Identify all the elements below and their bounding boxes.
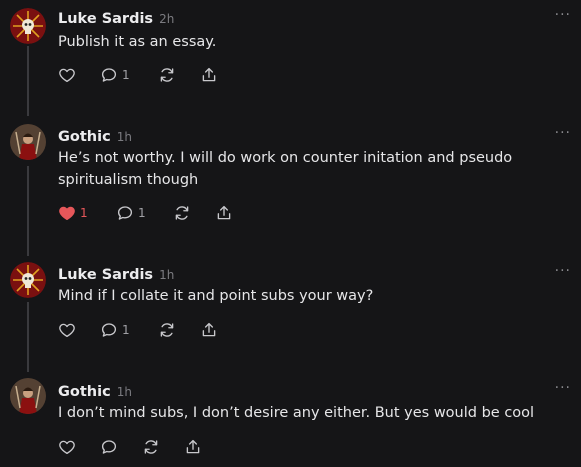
more-options-icon[interactable]: ··· bbox=[555, 381, 571, 395]
comment-text: I don’t mind subs, I don’t desire any ei… bbox=[58, 405, 535, 421]
heart-icon bbox=[59, 68, 75, 83]
heart-icon bbox=[59, 440, 75, 455]
share-button[interactable] bbox=[184, 436, 202, 458]
comment-bubble-icon bbox=[117, 206, 133, 220]
author-name[interactable]: Luke Sardis bbox=[58, 267, 153, 283]
reply-count: 1 bbox=[122, 323, 130, 337]
avatar[interactable] bbox=[10, 8, 46, 44]
comment-bubble-icon bbox=[101, 440, 117, 454]
like-button[interactable] bbox=[58, 436, 76, 458]
like-count: 1 bbox=[80, 206, 88, 220]
share-button[interactable] bbox=[200, 319, 218, 341]
author-name[interactable]: Luke Sardis bbox=[58, 11, 153, 27]
reply-button[interactable] bbox=[100, 436, 118, 458]
author-name[interactable]: Gothic bbox=[58, 384, 111, 400]
restack-button[interactable] bbox=[173, 202, 191, 224]
more-options-icon[interactable]: ··· bbox=[555, 264, 571, 278]
comment-bubble-icon bbox=[101, 68, 117, 82]
thread-line bbox=[27, 46, 29, 116]
reply-count: 1 bbox=[122, 68, 130, 82]
comment-bubble-icon bbox=[101, 323, 117, 337]
like-button[interactable] bbox=[58, 319, 80, 341]
comment-header: Gothic 1h bbox=[58, 381, 132, 401]
heart-icon bbox=[59, 323, 75, 338]
more-options-icon[interactable]: ··· bbox=[555, 126, 571, 140]
restack-button[interactable] bbox=[158, 64, 176, 86]
like-button[interactable]: 1 bbox=[58, 202, 88, 224]
avatar[interactable] bbox=[10, 262, 46, 298]
restack-button[interactable] bbox=[142, 436, 160, 458]
reply-button[interactable]: 1 bbox=[100, 319, 130, 341]
share-icon bbox=[202, 322, 216, 337]
timestamp[interactable]: 2h bbox=[159, 12, 174, 26]
timestamp[interactable]: 1h bbox=[117, 385, 132, 399]
restack-icon bbox=[144, 440, 158, 454]
timestamp[interactable]: 1h bbox=[117, 130, 132, 144]
author-name[interactable]: Gothic bbox=[58, 129, 111, 145]
comment-text: He’s not worthy. I will do work on count… bbox=[58, 150, 513, 188]
share-button[interactable] bbox=[200, 64, 218, 86]
comment-header: Gothic 1h bbox=[58, 126, 132, 146]
heart-icon bbox=[59, 206, 75, 221]
thread-line bbox=[27, 302, 29, 372]
share-button[interactable] bbox=[215, 202, 233, 224]
restack-icon bbox=[175, 206, 189, 220]
restack-icon bbox=[160, 323, 174, 337]
like-button[interactable] bbox=[58, 64, 80, 86]
reply-count: 1 bbox=[138, 206, 146, 220]
reply-button[interactable]: 1 bbox=[116, 202, 146, 224]
restack-icon bbox=[160, 68, 174, 82]
share-icon bbox=[186, 439, 200, 454]
more-options-icon[interactable]: ··· bbox=[555, 8, 571, 22]
share-icon bbox=[202, 67, 216, 82]
avatar[interactable] bbox=[10, 124, 46, 160]
comment-text: Mind if I collate it and point subs your… bbox=[58, 288, 374, 304]
thread-line bbox=[27, 166, 29, 256]
timestamp[interactable]: 1h bbox=[159, 268, 174, 282]
comment-text: Publish it as an essay. bbox=[58, 34, 217, 50]
reply-button[interactable]: 1 bbox=[100, 64, 130, 86]
avatar[interactable] bbox=[10, 378, 46, 414]
comment-header: Luke Sardis 1h bbox=[58, 264, 174, 284]
restack-button[interactable] bbox=[158, 319, 176, 341]
comment-header: Luke Sardis 2h bbox=[58, 8, 174, 28]
share-icon bbox=[217, 205, 231, 220]
